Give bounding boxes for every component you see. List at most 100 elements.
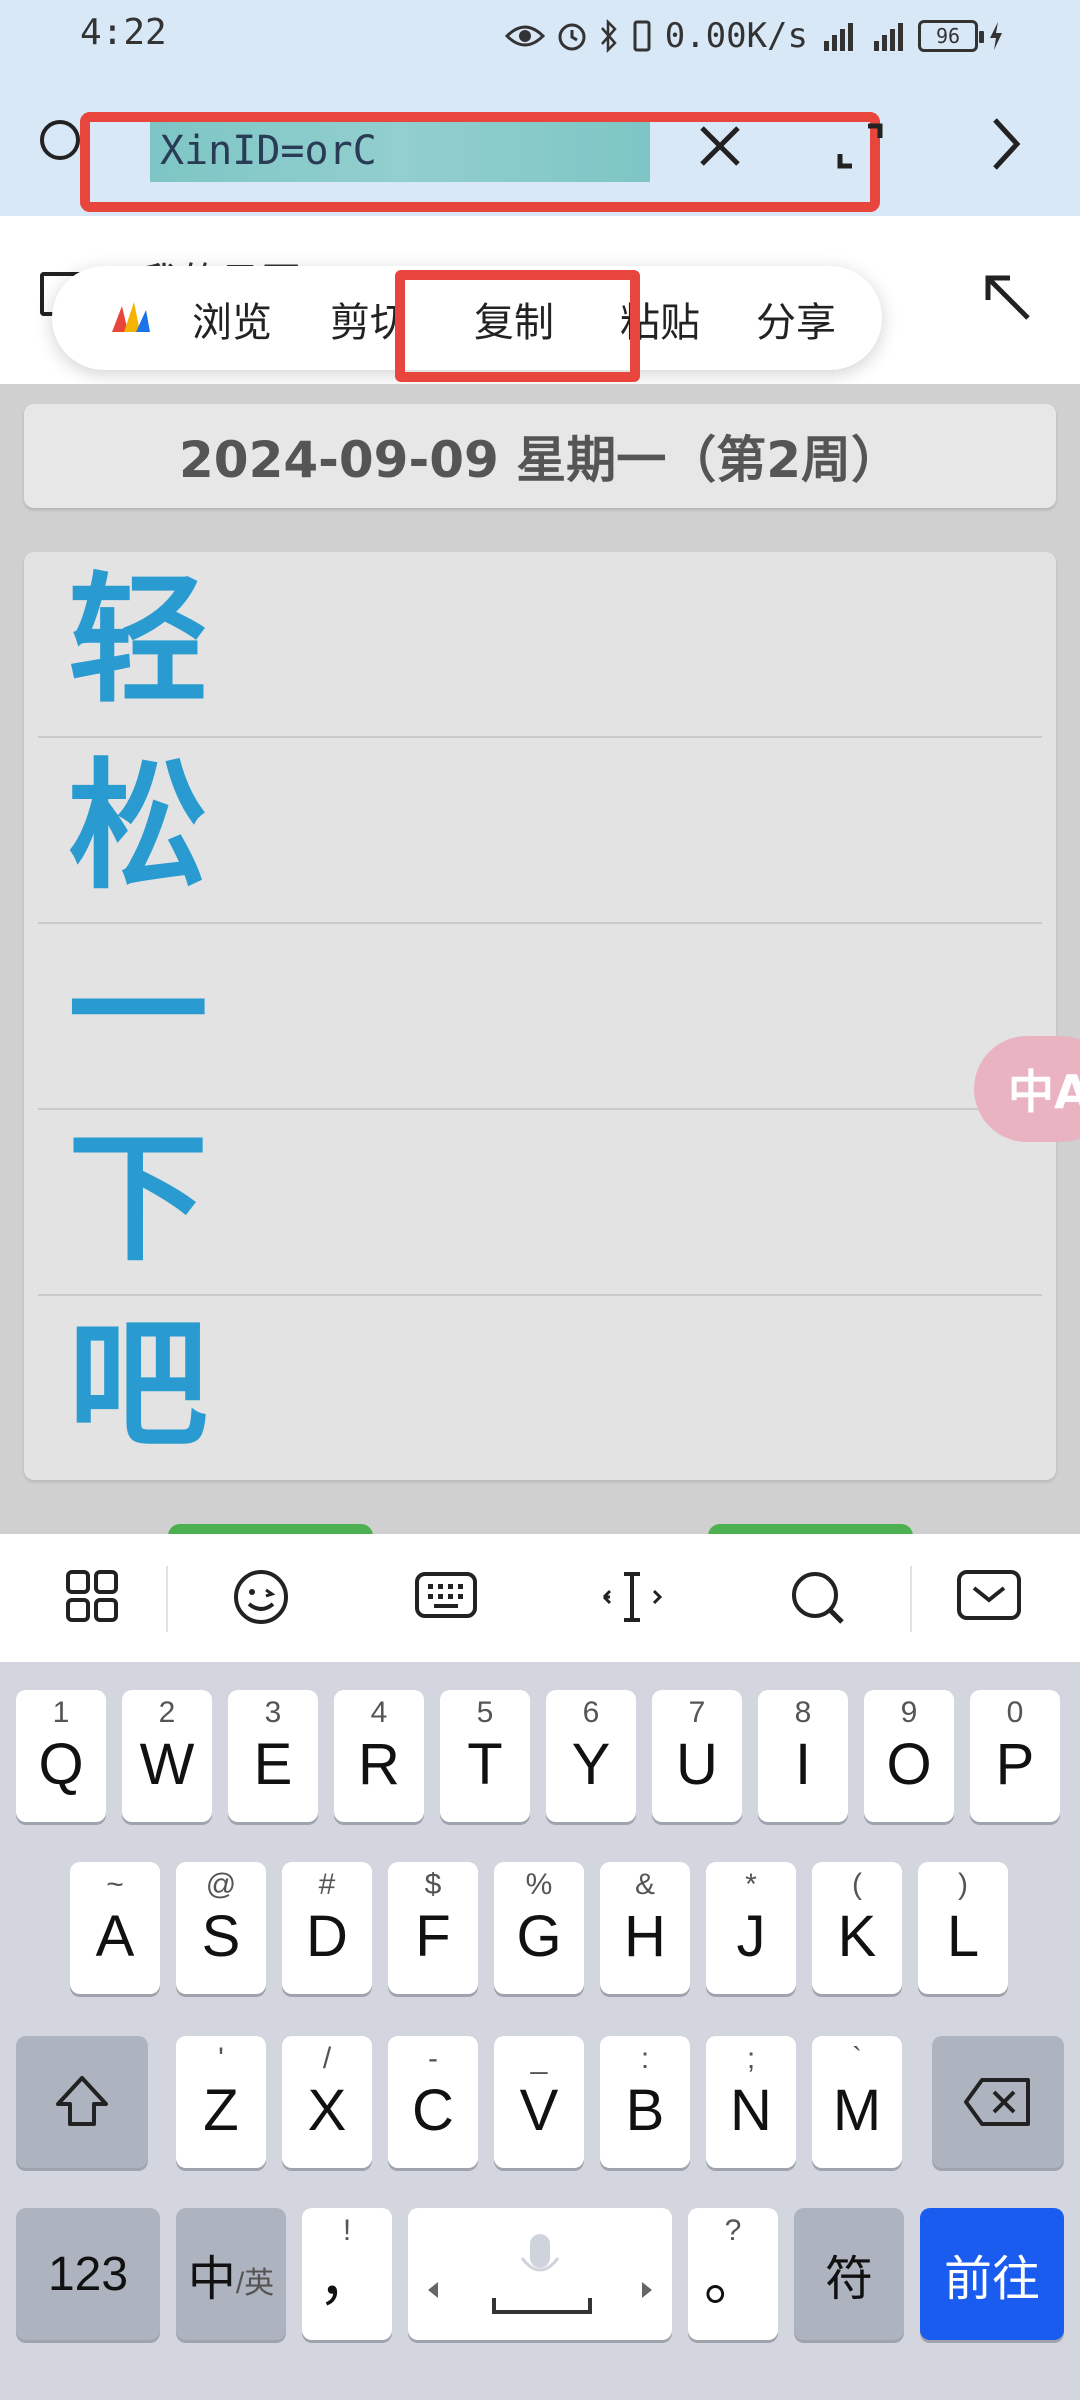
scan-icon[interactable] (830, 116, 890, 180)
key-main-label: J (736, 1904, 766, 1969)
translate-button[interactable]: 中A (974, 1036, 1080, 1142)
keyboard-icon[interactable] (414, 1568, 478, 1626)
key-g[interactable]: % G (494, 1862, 584, 1994)
key-j[interactable]: * J (706, 1862, 796, 1994)
key-main-label: A (95, 1904, 135, 1969)
bluetooth-icon (599, 19, 619, 53)
handwriting-line: 吧 (38, 1296, 1042, 1482)
key-sub-label: ` (852, 2042, 862, 2075)
key-sub-label: # (318, 1868, 336, 1901)
charging-icon (988, 20, 1004, 52)
key-main-label: R (358, 1732, 400, 1797)
alarm-icon (555, 19, 589, 53)
key-main-label: M (832, 2078, 882, 2143)
key-r[interactable]: 4R (334, 1690, 424, 1822)
key-a[interactable]: ~ A (70, 1862, 160, 1994)
language-switch-label: 中/英 (176, 2208, 286, 2340)
hide-keyboard-icon[interactable] (956, 1568, 1022, 1626)
key-main-label: F (415, 1904, 451, 1969)
numbers-key[interactable]: 123 (16, 2208, 160, 2340)
key-y[interactable]: 6Y (546, 1690, 636, 1822)
key-s[interactable]: @ S (176, 1862, 266, 1994)
language-switch-key[interactable]: 中/英 (176, 2208, 286, 2340)
key-e[interactable]: 3E (228, 1690, 318, 1822)
key-v[interactable]: _ V (494, 2036, 584, 2168)
signal-4g-icon (818, 19, 858, 53)
forward-icon[interactable] (985, 112, 1025, 180)
key-t[interactable]: 5T (440, 1690, 530, 1822)
copy-highlight-box (395, 270, 640, 382)
app-logo-icon (108, 296, 152, 340)
key-main-label: Z (203, 2078, 239, 2143)
key-w[interactable]: 2W (122, 1690, 212, 1822)
key-x[interactable]: / X (282, 2036, 372, 2168)
key-sub-label: 6 (582, 1696, 600, 1729)
backspace-key[interactable] (932, 2036, 1064, 2168)
key-c[interactable]: -C (388, 2036, 478, 2168)
key-main-label: H (624, 1904, 666, 1969)
handwriting-card: 轻 松 一 下 吧 (24, 552, 1056, 1480)
period-key-main: 。 (703, 2247, 762, 2312)
key-main-label: S (201, 1904, 241, 1969)
search-icon[interactable] (788, 1568, 848, 1632)
key-sub-label: 7 (688, 1696, 706, 1729)
search-icon[interactable] (36, 112, 80, 172)
key-main-label: P (995, 1732, 1035, 1797)
key-i[interactable]: 8I (758, 1690, 848, 1822)
period-key[interactable]: ? 。 (688, 2208, 778, 2340)
key-q[interactable]: 1Q (16, 1690, 106, 1822)
key-f[interactable]: $ F (388, 1862, 478, 1994)
go-key[interactable]: 前往 (920, 2208, 1064, 2340)
url-highlight-box (80, 112, 880, 212)
space-key[interactable] (408, 2208, 672, 2340)
key-main-label: B (625, 2078, 665, 2143)
key-sub-label: 3 (264, 1696, 282, 1729)
comma-key-main: ， (317, 2247, 376, 2312)
key-h[interactable]: & H (600, 1862, 690, 1994)
menu-share[interactable]: 分享 (756, 290, 836, 348)
status-icons: 0.00K/s 96 (504, 14, 1004, 58)
handwriting-line: 一 (38, 924, 1042, 1110)
handwriting-line: 轻 (38, 552, 1042, 738)
key-sub-label: 5 (476, 1696, 494, 1729)
shift-key[interactable] (16, 2036, 148, 2168)
comma-key[interactable]: ! ， (302, 2208, 392, 2340)
emoji-icon[interactable] (232, 1568, 290, 1630)
shift-icon (52, 2072, 112, 2137)
clear-icon[interactable] (690, 116, 750, 180)
key-sub-label: / (322, 2042, 332, 2075)
key-main-label: U (676, 1732, 718, 1797)
key-main-label: L (946, 1904, 980, 1969)
menu-browse[interactable]: 浏览 (192, 290, 272, 348)
key-z[interactable]: ' Z (176, 2036, 266, 2168)
key-main-label: O (886, 1732, 932, 1797)
key-d[interactable]: # D (282, 1862, 372, 1994)
space-bar-icon (490, 2294, 594, 2323)
key-u[interactable]: 7U (652, 1690, 742, 1822)
grid-menu-icon[interactable] (64, 1568, 120, 1628)
net-speed: 0.00K/s (664, 16, 808, 56)
cursor-move-icon[interactable] (600, 1568, 664, 1630)
cursor-right-icon (636, 2278, 656, 2307)
key-p[interactable]: 0P (970, 1690, 1060, 1822)
key-n[interactable]: ; N (706, 2036, 796, 2168)
arrow-up-left-icon[interactable] (980, 270, 1036, 330)
symbols-key[interactable]: 符 (794, 2208, 904, 2340)
language-en-label: /英 (235, 2267, 275, 2300)
key-sub-label: ( (852, 1868, 862, 1901)
handwriting-char: 一 (68, 932, 208, 1095)
handwriting-char: 松 (68, 746, 208, 909)
signal-5g-icon (868, 19, 908, 53)
key-k[interactable]: (K (812, 1862, 902, 1994)
date-banner: 2024-09-09 星期一（第2周） (24, 404, 1056, 508)
key-sub-label: * (745, 1868, 757, 1901)
key-b[interactable]: :B (600, 2036, 690, 2168)
menu-cut[interactable]: 剪切 (330, 290, 400, 348)
key-main-label: N (730, 2078, 772, 2143)
eye-icon (504, 22, 545, 50)
key-l[interactable]: ) L (918, 1862, 1008, 1994)
key-m[interactable]: ` M (812, 2036, 902, 2168)
key-sub-label: ' (218, 2042, 224, 2075)
key-o[interactable]: 9O (864, 1690, 954, 1822)
key-sub-label: 1 (52, 1696, 70, 1729)
